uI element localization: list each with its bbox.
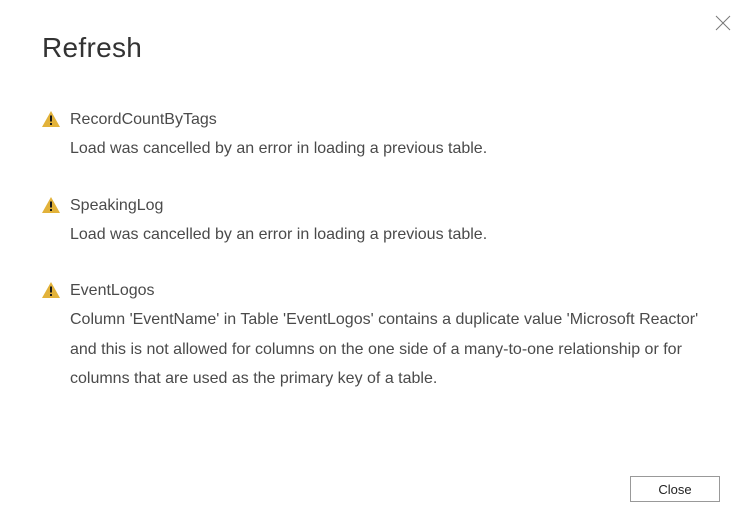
item-message: Load was cancelled by an error in loadin… bbox=[70, 134, 708, 164]
list-item: RecordCountByTags Load was cancelled by … bbox=[42, 108, 708, 164]
dialog-title: Refresh bbox=[0, 0, 750, 64]
item-message: Load was cancelled by an error in loadin… bbox=[70, 220, 708, 250]
dialog-footer: Close bbox=[630, 476, 720, 502]
close-button[interactable]: Close bbox=[630, 476, 720, 502]
item-name: RecordCountByTags bbox=[70, 108, 708, 132]
list-item: SpeakingLog Load was cancelled by an err… bbox=[42, 194, 708, 250]
warning-icon bbox=[42, 197, 60, 213]
item-body: RecordCountByTags Load was cancelled by … bbox=[70, 108, 708, 164]
list-item: EventLogos Column 'EventName' in Table '… bbox=[42, 279, 708, 394]
error-list: RecordCountByTags Load was cancelled by … bbox=[0, 64, 750, 394]
item-name: SpeakingLog bbox=[70, 194, 708, 218]
refresh-dialog: Refresh RecordCountByTags Load was cance… bbox=[0, 0, 750, 524]
close-icon[interactable] bbox=[714, 14, 732, 32]
warning-icon bbox=[42, 111, 60, 127]
item-message: Column 'EventName' in Table 'EventLogos'… bbox=[70, 305, 708, 394]
item-body: SpeakingLog Load was cancelled by an err… bbox=[70, 194, 708, 250]
item-body: EventLogos Column 'EventName' in Table '… bbox=[70, 279, 708, 394]
item-name: EventLogos bbox=[70, 279, 708, 303]
x-icon bbox=[715, 15, 731, 31]
warning-icon bbox=[42, 282, 60, 298]
